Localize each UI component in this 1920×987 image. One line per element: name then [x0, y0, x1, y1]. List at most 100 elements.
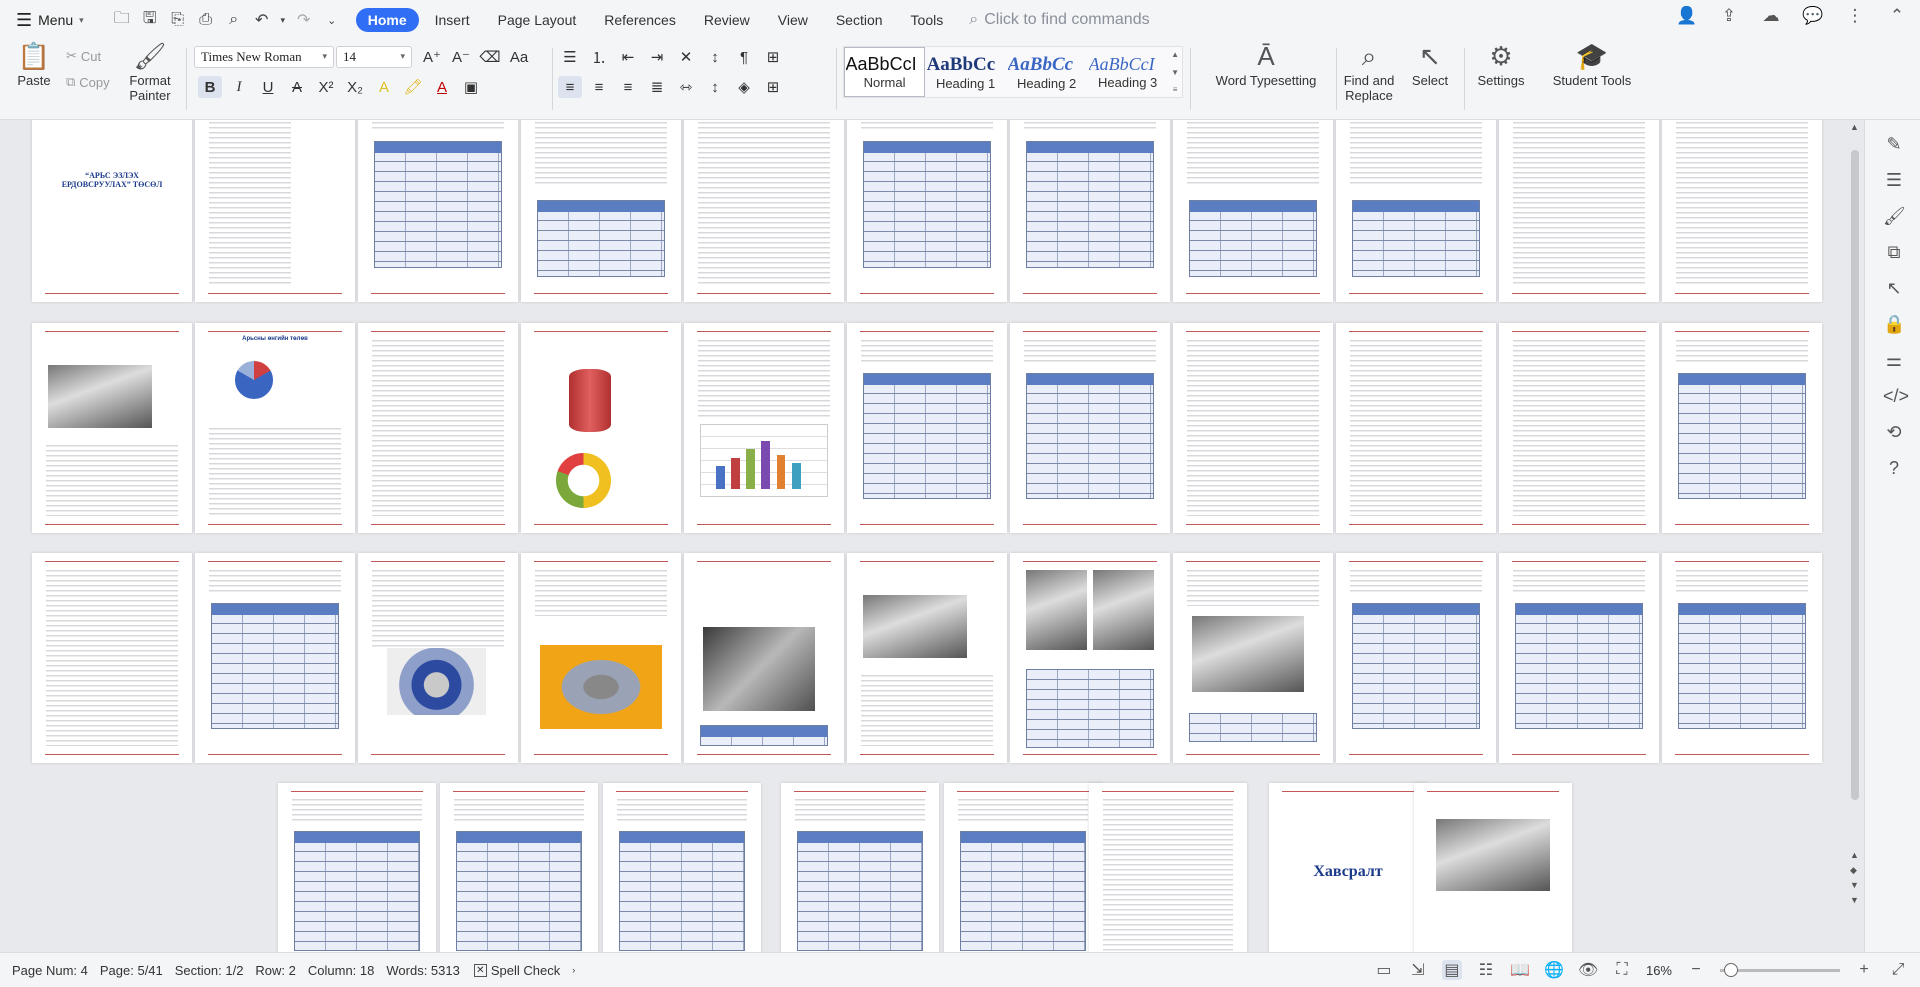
page-thumbnail[interactable]: [521, 323, 681, 533]
page-thumbnail[interactable]: [1499, 553, 1659, 763]
page-thumbnail[interactable]: [1010, 553, 1170, 763]
page-thumbnail[interactable]: [1414, 783, 1572, 952]
clear-format-icon[interactable]: ⌫: [478, 46, 502, 68]
page-thumbnail[interactable]: Хавсралт: [1269, 783, 1427, 952]
decrease-font-icon[interactable]: A⁻: [449, 46, 473, 68]
export-icon[interactable]: ⇲: [1408, 960, 1428, 980]
fit-page-icon[interactable]: ⛶: [1612, 961, 1632, 979]
shading-icon[interactable]: ◈: [732, 76, 756, 98]
distributed-icon[interactable]: ⇿: [674, 76, 698, 98]
lock-icon[interactable]: 🔒: [1883, 314, 1905, 335]
page-thumbnail[interactable]: [603, 783, 761, 952]
page-thumbnail[interactable]: [781, 783, 939, 952]
page-thumbnail[interactable]: [1173, 553, 1333, 763]
format-painter-button[interactable]: 🖌 Format Painter: [124, 40, 176, 104]
font-name-select[interactable]: Times New Roman ▾: [194, 46, 334, 68]
align-center-icon[interactable]: ≡: [587, 76, 611, 98]
tab-section[interactable]: Section: [824, 8, 895, 32]
tab-view[interactable]: View: [766, 8, 820, 32]
page-thumbnail[interactable]: [358, 120, 518, 302]
word-typesetting-button[interactable]: Ā Word Typesetting: [1204, 40, 1328, 89]
tab-tools[interactable]: Tools: [899, 8, 956, 32]
style-heading-2[interactable]: AaBbCc Heading 2: [1006, 47, 1087, 97]
increase-indent-icon[interactable]: ⇥: [645, 46, 669, 68]
menu-button[interactable]: ☰ Menu ▾: [0, 5, 94, 35]
more-icon[interactable]: ⋮: [1842, 6, 1868, 26]
print-preview-icon[interactable]: ⌕: [222, 8, 246, 32]
zoom-out-icon[interactable]: −: [1686, 961, 1706, 979]
highlight-icon[interactable]: 🖍: [401, 76, 425, 98]
page-thumbnail[interactable]: [684, 323, 844, 533]
style-heading-3[interactable]: AaBbCcI Heading 3: [1087, 47, 1168, 97]
page-thumbnail[interactable]: [1173, 323, 1333, 533]
export-pdf-icon[interactable]: ⎘: [166, 8, 190, 32]
settings-button[interactable]: ⚙ Settings: [1470, 40, 1532, 89]
tab-stops-icon[interactable]: ⊞: [761, 46, 785, 68]
bold-icon[interactable]: B: [198, 76, 222, 98]
page-thumbnail[interactable]: [521, 120, 681, 302]
zoom-level[interactable]: 16%: [1646, 963, 1672, 978]
next-page-icon[interactable]: ▼: [1850, 880, 1859, 890]
page-thumbnail[interactable]: [195, 553, 355, 763]
font-color-icon[interactable]: A: [430, 76, 454, 98]
justify-icon[interactable]: ≣: [645, 76, 669, 98]
tab-review[interactable]: Review: [692, 8, 762, 32]
zoom-slider-knob[interactable]: [1724, 962, 1738, 977]
copy-button[interactable]: ⧉ Copy: [66, 74, 110, 90]
word-count-status[interactable]: Words: 5313: [386, 963, 459, 978]
borders-icon[interactable]: ⊞: [761, 76, 785, 98]
page-thumbnail[interactable]: [440, 783, 598, 952]
student-tools-button[interactable]: 🎓 Student Tools: [1546, 40, 1638, 89]
page-thumbnail[interactable]: [1336, 323, 1496, 533]
page-thumbnail[interactable]: [684, 553, 844, 763]
font-size-select[interactable]: 14 ▾: [336, 46, 412, 68]
style-normal[interactable]: AaBbCcI Normal: [844, 47, 926, 97]
comment-icon[interactable]: 💬: [1800, 6, 1826, 26]
page-thumbnail[interactable]: [1089, 783, 1247, 952]
page-thumbnail[interactable]: [278, 783, 436, 952]
spell-check-button[interactable]: ✕ Spell Check ›: [473, 963, 575, 978]
tab-page-layout[interactable]: Page Layout: [486, 8, 589, 32]
chinese-layout-icon[interactable]: ✕: [674, 46, 698, 68]
page-thumbnail[interactable]: Арьсны өнгийн төлөв: [195, 323, 355, 533]
code-icon[interactable]: </>: [1883, 386, 1909, 407]
select-pointer-icon[interactable]: ↖: [1883, 278, 1905, 299]
page-number-status[interactable]: Page Num: 4: [12, 963, 88, 978]
page-thumbnail[interactable]: [32, 553, 192, 763]
page-thumbnail[interactable]: [1662, 553, 1822, 763]
page-thumbnail[interactable]: “АРЬС ЭЗЛЭХ ЕРДОВСРУУЛАХ” ТӨСӨЛ: [32, 120, 192, 302]
add-user-icon[interactable]: 👤: [1674, 6, 1700, 26]
scroll-down-icon[interactable]: ▼: [1850, 895, 1859, 905]
pen-icon[interactable]: ✎: [1883, 134, 1905, 155]
fullscreen-icon[interactable]: ⤢: [1888, 961, 1908, 979]
tab-home[interactable]: Home: [355, 8, 419, 32]
print-icon[interactable]: ⎙: [194, 8, 218, 32]
section-status[interactable]: Section: 1/2: [175, 963, 244, 978]
increase-font-icon[interactable]: A⁺: [420, 46, 444, 68]
select-button[interactable]: ↖ Select: [1406, 40, 1454, 89]
share-icon[interactable]: ⇪: [1716, 6, 1742, 26]
read-mode-icon[interactable]: ▭: [1374, 960, 1394, 980]
page-thumbnail[interactable]: [32, 323, 192, 533]
style-brush-icon[interactable]: 🖌: [1883, 206, 1906, 227]
reading-view-icon[interactable]: 📖: [1510, 960, 1530, 980]
save-icon[interactable]: 🖫: [138, 8, 162, 32]
page-thumbnail[interactable]: [847, 323, 1007, 533]
change-case-icon[interactable]: Aa: [507, 46, 531, 68]
numbering-icon[interactable]: ⒈: [587, 46, 611, 68]
page-view-icon[interactable]: ▤: [1441, 960, 1462, 980]
page-thumbnail[interactable]: [1010, 323, 1170, 533]
strikethrough-icon[interactable]: A: [285, 76, 309, 98]
character-border-icon[interactable]: ▣: [459, 76, 483, 98]
tab-insert[interactable]: Insert: [423, 8, 482, 32]
sort-icon[interactable]: ↕: [703, 46, 727, 68]
line-spacing-icon[interactable]: ↕: [703, 76, 727, 98]
page-thumbnail[interactable]: [684, 120, 844, 302]
collapse-ribbon-icon[interactable]: ⌃: [1884, 6, 1910, 26]
tab-references[interactable]: References: [592, 8, 688, 32]
page-thumbnail[interactable]: [1336, 120, 1496, 302]
align-right-icon[interactable]: ≡: [616, 76, 640, 98]
undo-dropdown-icon[interactable]: ▾: [278, 8, 288, 32]
cloud-sync-icon[interactable]: ☁: [1758, 6, 1784, 26]
page-thumbnail[interactable]: [1173, 120, 1333, 302]
